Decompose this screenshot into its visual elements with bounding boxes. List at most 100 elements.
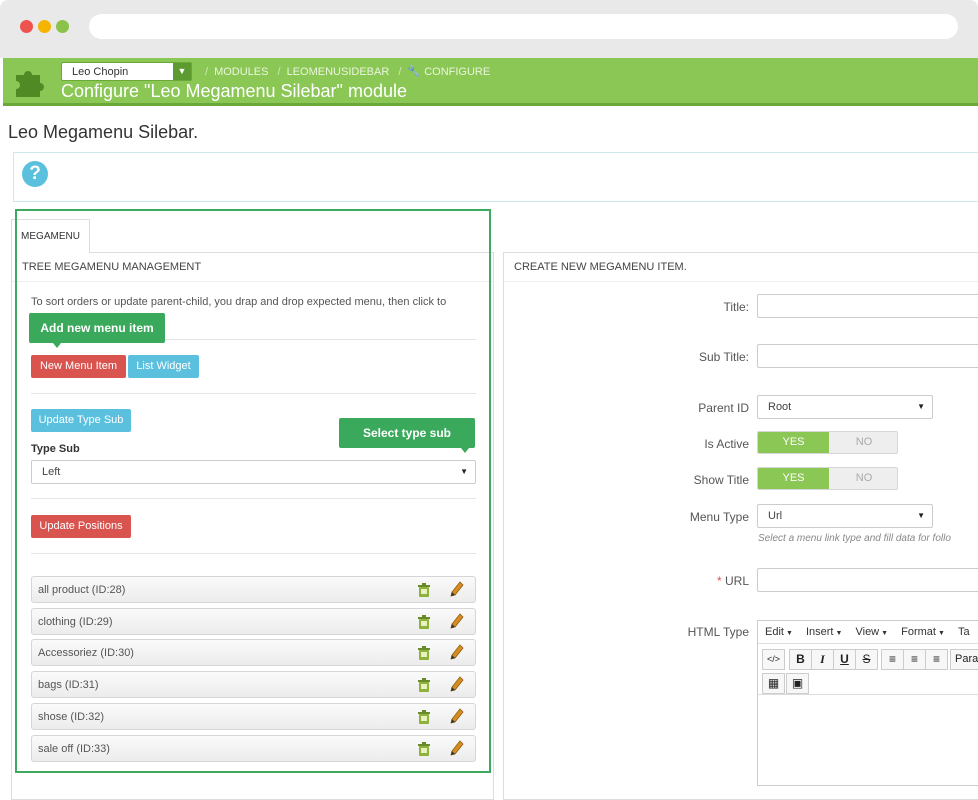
url-label-text: URL	[724, 574, 749, 588]
breadcrumb-leomenusidebar[interactable]: LEOMENUSIDEBAR	[287, 66, 390, 78]
editor-menu-insert[interactable]: Insert ▼	[806, 621, 842, 645]
menu-tree-row[interactable]: shose (ID:32)	[31, 703, 476, 730]
breadcrumb-configure[interactable]: CONFIGURE	[424, 66, 490, 78]
pencil-icon[interactable]	[450, 676, 464, 692]
type-sub-select[interactable]: Left ▼	[31, 460, 476, 484]
trash-icon[interactable]	[417, 678, 431, 692]
wrench-icon: 🔧	[407, 66, 422, 78]
menu-tree-row[interactable]: all product (ID:28)	[31, 576, 476, 603]
tab-megamenu[interactable]: MEGAMENU	[11, 219, 90, 253]
update-type-sub-button[interactable]: Update Type Sub	[31, 409, 131, 432]
chevron-down-icon: ▼	[460, 467, 468, 476]
divider	[31, 498, 476, 499]
pencil-icon[interactable]	[450, 644, 464, 660]
shop-selector[interactable]: Leo Chopin ▼	[61, 62, 192, 81]
tree-panel-heading: TREE MEGAMENU MANAGEMENT	[12, 253, 493, 282]
divider	[31, 553, 476, 554]
strikethrough-icon[interactable]: S	[855, 649, 878, 670]
underline-icon[interactable]: U	[833, 649, 856, 670]
title-label: Title:	[723, 300, 749, 314]
shop-name: Leo Chopin	[72, 66, 129, 78]
sort-instruction: To sort orders or update parent-child, y…	[31, 296, 447, 308]
trash-icon[interactable]	[417, 710, 431, 724]
pencil-icon[interactable]	[450, 613, 464, 629]
menu-type-hint: Select a menu link type and fill data fo…	[758, 533, 951, 544]
new-menu-item-button[interactable]: New Menu Item	[31, 355, 126, 378]
html-type-label: HTML Type	[687, 625, 749, 639]
bold-icon[interactable]: B	[789, 649, 812, 670]
type-sub-value: Left	[42, 466, 61, 478]
puzzle-icon	[16, 71, 44, 97]
menu-tree-row-label: shose (ID:32)	[38, 711, 105, 723]
update-positions-button[interactable]: Update Positions	[31, 515, 131, 538]
callout-add-menu-item: Add new menu item	[29, 313, 165, 348]
title-input[interactable]	[757, 294, 978, 318]
address-bar[interactable]	[89, 14, 958, 39]
trash-icon[interactable]	[417, 742, 431, 756]
is-active-yes[interactable]: YES	[758, 432, 829, 453]
list-widget-button[interactable]: List Widget	[128, 355, 199, 378]
editor-menu-table[interactable]: Ta	[958, 621, 970, 643]
align-center-icon[interactable]: ≡	[903, 649, 926, 670]
menu-tree-row[interactable]: clothing (ID:29)	[31, 608, 476, 635]
subtitle-input[interactable]	[757, 344, 978, 368]
show-title-label: Show Title	[693, 473, 749, 487]
required-marker: *	[716, 574, 722, 588]
is-active-label: Is Active	[704, 437, 749, 451]
trash-icon[interactable]	[417, 615, 431, 629]
menu-tree-row-label: clothing (ID:29)	[38, 616, 113, 628]
film-icon[interactable]: ▦	[762, 673, 785, 694]
italic-icon[interactable]: I	[811, 649, 834, 670]
source-code-icon[interactable]: </>	[762, 649, 785, 670]
chevron-down-icon: ▼	[173, 63, 191, 80]
menu-type-label: Menu Type	[689, 510, 749, 524]
trash-icon[interactable]	[417, 646, 431, 660]
breadcrumb: / MODULES / LEOMENUSIDEBAR / 🔧 CONFIGURE	[205, 66, 491, 78]
create-panel-heading: CREATE NEW MEGAMENU ITEM.	[504, 253, 978, 282]
paragraph-format-select[interactable]: Parag	[950, 649, 978, 670]
minimize-window-dot[interactable]	[38, 20, 51, 33]
align-right-icon[interactable]: ≡	[925, 649, 948, 670]
pencil-icon[interactable]	[450, 581, 464, 597]
parent-id-value: Root	[768, 401, 792, 413]
editor-menu-format[interactable]: Format ▼	[901, 621, 945, 645]
menu-tree-row-label: bags (ID:31)	[38, 679, 99, 691]
menu-type-value: Url	[768, 510, 783, 522]
subtitle-label: Sub Title:	[698, 350, 749, 364]
callout-select-type-sub: Select type sub	[339, 418, 475, 453]
url-input[interactable]	[757, 568, 978, 592]
pencil-icon[interactable]	[450, 708, 464, 724]
is-active-no[interactable]: NO	[829, 432, 897, 453]
menu-tree-row[interactable]: sale off (ID:33)	[31, 735, 476, 762]
parent-id-select[interactable]: Root ▼	[757, 395, 933, 419]
close-window-dot[interactable]	[20, 20, 33, 33]
editor-menu-view[interactable]: View ▼	[855, 621, 888, 645]
menu-tree-row-label: all product (ID:28)	[38, 584, 126, 596]
menu-tree-row[interactable]: Accessoriez (ID:30)	[31, 639, 476, 666]
show-title-toggle[interactable]: YES NO	[757, 467, 898, 490]
divider	[31, 393, 476, 394]
menu-tree-row[interactable]: bags (ID:31)	[31, 671, 476, 698]
image-icon[interactable]: ▣	[786, 673, 809, 694]
is-active-toggle[interactable]: YES NO	[757, 431, 898, 454]
module-title: Leo Megamenu Silebar.	[8, 122, 199, 142]
pencil-icon[interactable]	[450, 740, 464, 756]
url-label: * URL	[504, 574, 749, 588]
editor-menubar: Edit ▼ Insert ▼ View ▼ Format ▼ Ta	[758, 621, 978, 644]
chevron-down-icon: ▼	[917, 402, 925, 411]
help-panel: ?	[13, 152, 978, 202]
editor-toolbar: </> B I U S ≡ ≡ ≡ Parag ▦ ▣	[758, 645, 978, 695]
maximize-window-dot[interactable]	[56, 20, 69, 33]
show-title-no[interactable]: NO	[829, 468, 897, 489]
menu-tree-row-label: sale off (ID:33)	[38, 743, 110, 755]
show-title-yes[interactable]: YES	[758, 468, 829, 489]
question-icon[interactable]: ?	[22, 161, 48, 187]
chevron-down-icon: ▼	[917, 511, 925, 520]
trash-icon[interactable]	[417, 583, 431, 597]
menu-type-select[interactable]: Url ▼	[757, 504, 933, 528]
html-editor[interactable]: Edit ▼ Insert ▼ View ▼ Format ▼ Ta </> B I U…	[757, 620, 978, 786]
align-left-icon[interactable]: ≡	[881, 649, 904, 670]
editor-menu-edit[interactable]: Edit ▼	[765, 621, 793, 645]
parent-id-label: Parent ID	[698, 401, 749, 415]
breadcrumb-modules[interactable]: MODULES	[214, 66, 268, 78]
